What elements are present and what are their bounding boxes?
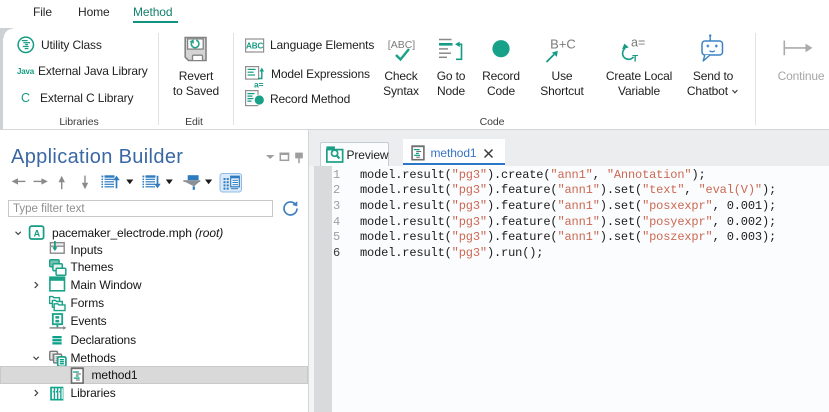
svg-text:a=: a=	[254, 80, 264, 89]
svg-text:[ABC]: [ABC]	[388, 39, 416, 51]
svg-text:T: T	[632, 54, 638, 65]
svg-text:ABC: ABC	[246, 41, 264, 50]
svg-text:a=: a=	[631, 36, 645, 50]
svg-text:A: A	[34, 228, 41, 238]
svg-text:B+C: B+C	[550, 37, 576, 52]
